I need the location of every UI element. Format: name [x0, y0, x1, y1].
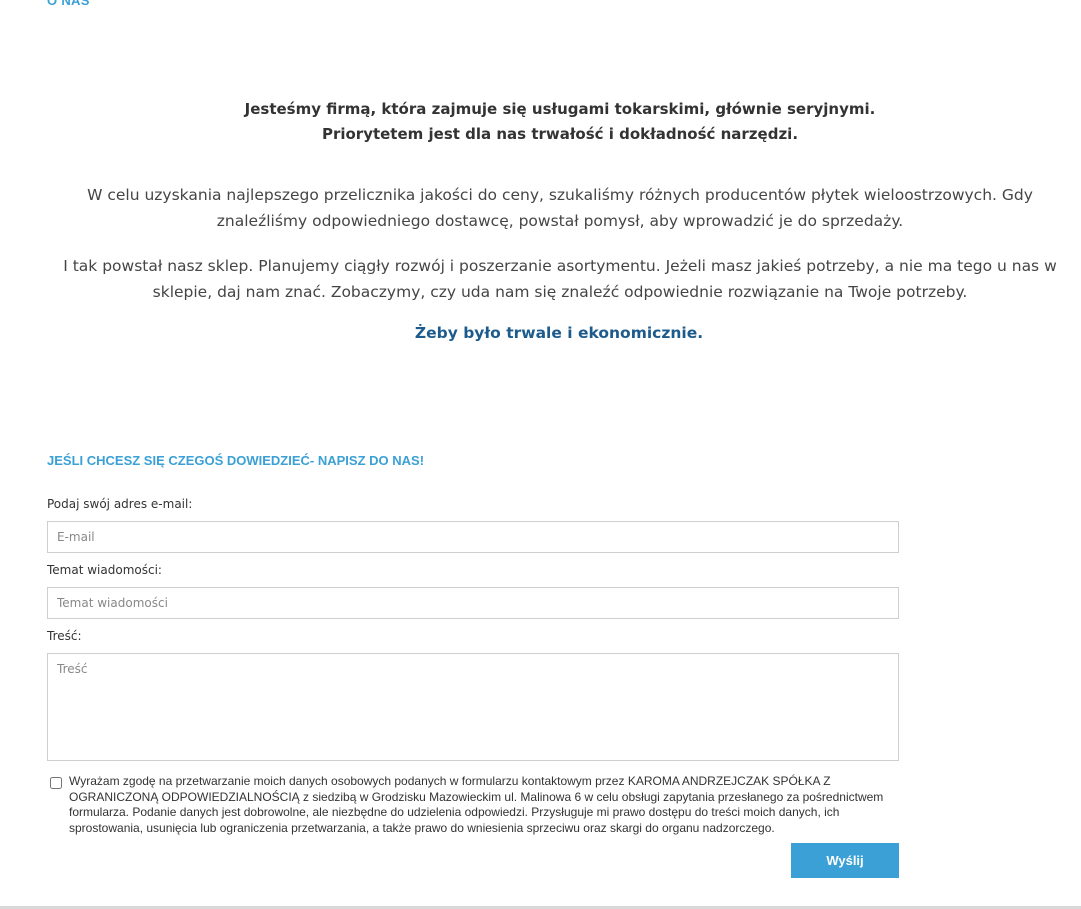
email-label: Podaj swój adres e-mail:	[47, 497, 193, 511]
message-label: Treść:	[47, 629, 82, 643]
consent-text: Wyrażam zgodę na przetwarzanie moich dan…	[69, 774, 884, 835]
email-field[interactable]	[47, 521, 899, 553]
about-lead: Jesteśmy firmą, która zajmuje się usługa…	[0, 97, 1081, 147]
message-textarea[interactable]	[47, 653, 899, 761]
about-paragraph-2: I tak powstał nasz sklep. Planujemy ciąg…	[63, 257, 1057, 301]
about-tagline: Żeby było trwale i ekonomicznie.	[0, 324, 1081, 342]
lead-line-2: Priorytetem jest dla nas trwałość i dokł…	[321, 125, 799, 143]
tagline-text: Żeby było trwale i ekonomicznie.	[414, 324, 704, 342]
subject-field[interactable]	[47, 587, 899, 619]
section-label-about: O NAS	[47, 0, 90, 8]
submit-button[interactable]: Wyślij	[791, 843, 899, 878]
contact-form-heading: JEŚLI CHCESZ SIĘ CZEGOŚ DOWIEDZIEĆ- NAPI…	[47, 453, 425, 468]
about-paragraph-1: W celu uzyskania najlepszego przelicznik…	[87, 186, 1033, 230]
subject-label: Temat wiadomości:	[47, 563, 162, 577]
consent-checkbox[interactable]	[50, 777, 62, 789]
lead-line-1: Jesteśmy firmą, która zajmuje się usługa…	[244, 100, 876, 118]
